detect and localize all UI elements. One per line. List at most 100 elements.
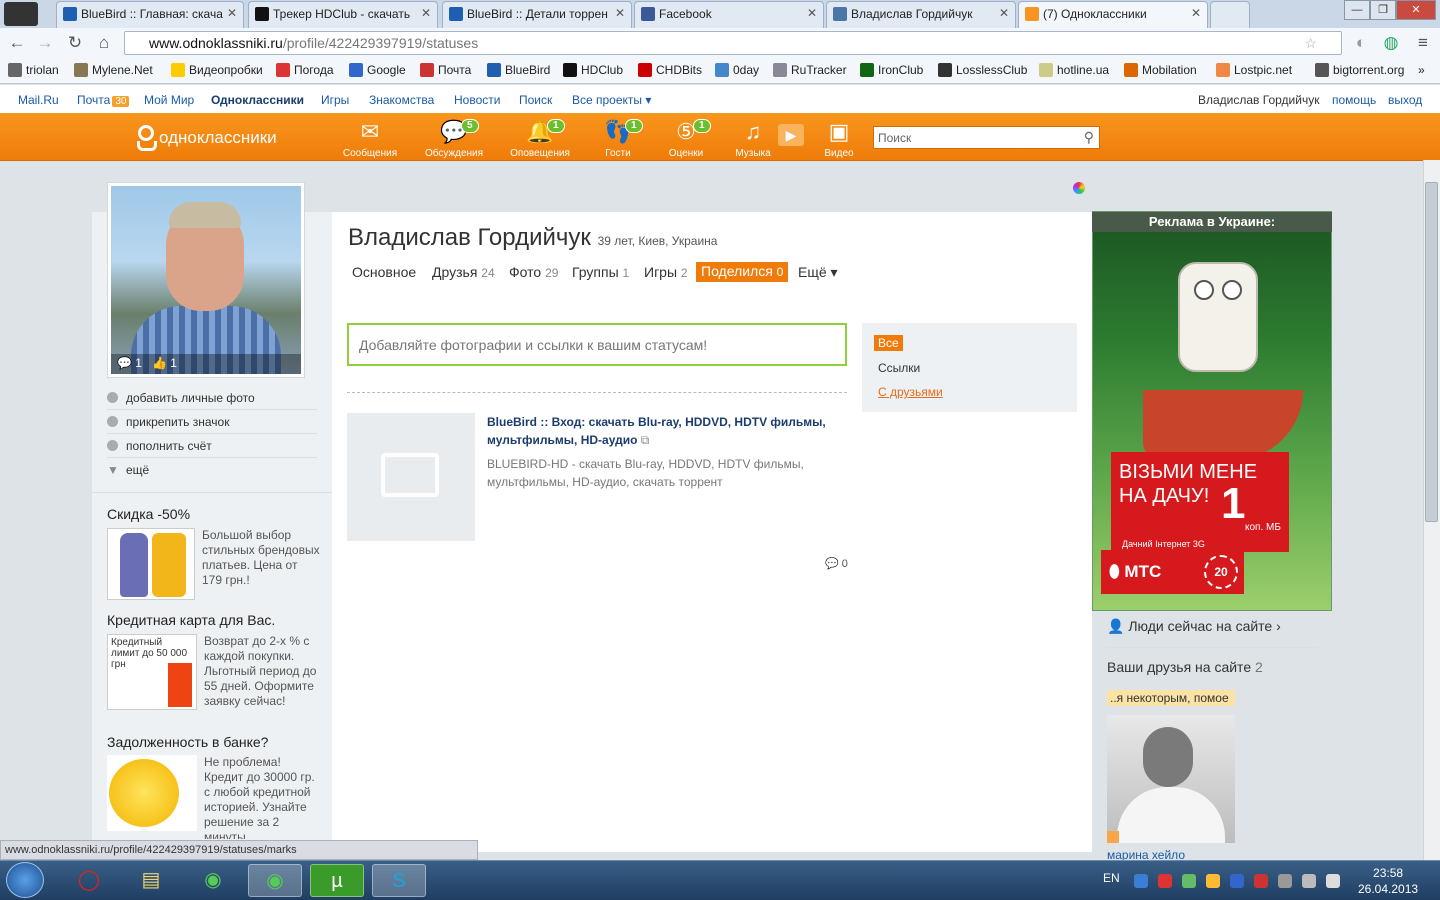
bookmark-star-icon[interactable]: ☆ [1304,32,1317,54]
ad-title[interactable]: Кредитная карта для Вас. [107,612,275,628]
tab-more[interactable]: Ещё ▾ [798,264,838,281]
bookmark-videoprobki[interactable]: Видеопробки [171,63,263,77]
ok-logo[interactable]: одноклассники [135,125,277,151]
bookmark-0day[interactable]: 0day [715,63,759,77]
ad-text[interactable]: Большой выбор стильных брендовых платьев… [202,528,320,588]
globe-extension-icon[interactable]: ◍ [1380,32,1402,54]
link-all-projects[interactable]: Все проекты ▾ [572,93,651,107]
search-icon[interactable]: ⚲ [1084,129,1094,146]
chrome-active-taskbar-icon[interactable]: ◉ [248,864,302,897]
skype-taskbar-icon[interactable]: S [372,864,426,897]
reload-icon[interactable]: ↻ [64,32,86,54]
tray-app-icon[interactable] [1254,874,1268,888]
more-bookmarks-icon[interactable]: » [1418,63,1425,77]
forward-icon[interactable]: → [34,32,56,54]
tray-volume-icon[interactable] [1326,874,1340,888]
utorrent-taskbar-icon[interactable]: µ [310,864,364,897]
bookmark-ironclub[interactable]: IronClub [860,63,923,77]
bookmark-pogoda[interactable]: Погода [276,63,334,77]
ad-image-dresses[interactable] [107,528,195,600]
tab-friends[interactable]: Друзья 24 [432,264,495,280]
status-input[interactable]: Добавляйте фотографии и ссылки к вашим с… [347,323,847,366]
close-icon[interactable]: ✕ [227,6,237,20]
nav-guests[interactable]: 👣 1 Гости [583,117,653,159]
nav-ratings[interactable]: ⑤ 1 Оценки [651,117,721,159]
tray-check-icon[interactable] [1182,874,1196,888]
bookmark-hdclub[interactable]: HDClub [563,63,623,77]
bookmark-chdbits[interactable]: CHDBits [638,63,702,77]
tab-main[interactable]: Основное [352,264,416,280]
ad-title[interactable]: Задолженность в банке? [107,734,268,750]
link-moy-mir[interactable]: Мой Мир [144,93,194,107]
tray-update-icon[interactable] [1206,874,1220,888]
mts-logo[interactable]: ⬮ МТС 20 [1101,550,1244,594]
ad-image-smiley[interactable] [107,755,197,831]
bookmark-hotline[interactable]: hotline.ua [1039,63,1109,77]
user-avatar-icon[interactable] [4,2,38,26]
bookmark-pochta[interactable]: Почта [420,63,471,77]
ad-image-credit-card[interactable]: Кредитный лимит до 50 000 грн [107,634,197,710]
tab-games[interactable]: Игры 2 [644,264,688,280]
search-input[interactable]: Поиск ⚲ [873,126,1100,149]
start-button[interactable] [6,862,44,898]
nav-messages[interactable]: ✉ Сообщения [335,117,405,159]
current-user-name[interactable]: Владислав Гордийчук [1198,93,1319,107]
browser-tab-6[interactable]: (7) Одноклассники ✕ [1018,1,1208,28]
ad-text[interactable]: Возврат до 2-х % с каждой покупки. Льгот… [204,634,320,709]
address-bar[interactable]: www.odnoklassniki.ru/profile/42242939791… [124,31,1342,55]
back-icon[interactable]: ← [6,32,28,54]
filter-all[interactable]: Все [874,335,903,351]
play-icon[interactable]: ▶ [778,124,804,146]
post-title-link[interactable]: BlueBird :: Вход: скачать Blu-ray, HDDVD… [487,413,827,449]
ad-text[interactable]: Не проблема! Кредит до 30000 гр. с любой… [204,755,322,839]
link-mailru[interactable]: Mail.Ru [18,93,59,107]
link-pochta[interactable]: Почта 30 [77,93,130,107]
bookmark-mobilation[interactable]: Mobilation [1124,63,1197,77]
browser-tab-1[interactable]: BlueBird :: Главная: скача ✕ [56,1,244,28]
tab-groups[interactable]: Группы 1 [572,264,629,280]
bookmark-bigtorrent[interactable]: bigtorrent.org [1315,63,1404,77]
nav-discussions[interactable]: 💬 5 Обсуждения [419,117,489,159]
color-wheel-icon[interactable] [1073,182,1085,194]
attach-badge-link[interactable]: прикрепить значок [107,410,317,434]
link-poisk[interactable]: Поиск [519,93,552,107]
tray-antivirus-icon[interactable] [1158,874,1172,888]
tab-shared[interactable]: Поделился 0 [696,262,789,282]
maximize-button[interactable]: ❐ [1370,0,1396,20]
profile-photo[interactable]: 💬 1 👍 1 [111,186,301,374]
new-tab-button[interactable] [1210,1,1250,28]
tray-network-icon[interactable] [1134,874,1148,888]
close-icon[interactable]: ✕ [807,6,817,20]
tray-flag-icon[interactable] [1278,874,1292,888]
people-online-link[interactable]: 👤 Люди сейчас на сайте › [1107,618,1317,648]
close-icon[interactable]: ✕ [999,6,1009,20]
tray-signal-icon[interactable] [1302,874,1316,888]
scrollbar-thumb[interactable] [1425,182,1438,522]
explorer-taskbar-icon[interactable]: ▤ [124,864,178,897]
link-igry[interactable]: Игры [321,93,349,107]
bookmark-bluebird[interactable]: BlueBird [487,63,550,77]
bookmark-mylene[interactable]: Mylene.Net [74,63,153,77]
speaker-extension-icon[interactable]: ◐ [1350,32,1372,54]
browser-tab-2[interactable]: Трекер HDClub - скачать ✕ [248,1,438,28]
bookmark-losslessclub[interactable]: LosslessClub [938,63,1027,77]
add-photo-link[interactable]: добавить личные фото [107,386,317,410]
bookmark-lostpic[interactable]: Lostpic.net [1216,63,1292,77]
close-icon[interactable]: ✕ [1191,6,1201,20]
link-thumbnail[interactable] [347,413,475,541]
friend-photo[interactable] [1107,715,1235,843]
filter-with-friends[interactable]: С друзьями [878,385,943,399]
link-odnoklassniki[interactable]: Одноклассники [211,93,304,107]
home-icon[interactable]: ⌂ [93,32,115,54]
browser-tab-4[interactable]: Facebook ✕ [634,1,824,28]
bookmark-rutracker[interactable]: RuTracker [773,63,847,77]
close-icon[interactable]: ✕ [421,6,431,20]
clock[interactable]: 23:58 26.04.2013 [1358,865,1418,897]
language-indicator[interactable]: EN [1103,871,1120,885]
bookmark-triolan[interactable]: triolan [8,63,59,77]
link-novosti[interactable]: Новости [454,93,500,107]
browser-tab-3[interactable]: BlueBird :: Детали торрен ✕ [442,1,632,28]
filter-links[interactable]: Ссылки [878,361,920,375]
browser-tab-5[interactable]: Владислав Гордийчук ✕ [826,1,1016,28]
help-link[interactable]: помощь [1332,93,1376,107]
